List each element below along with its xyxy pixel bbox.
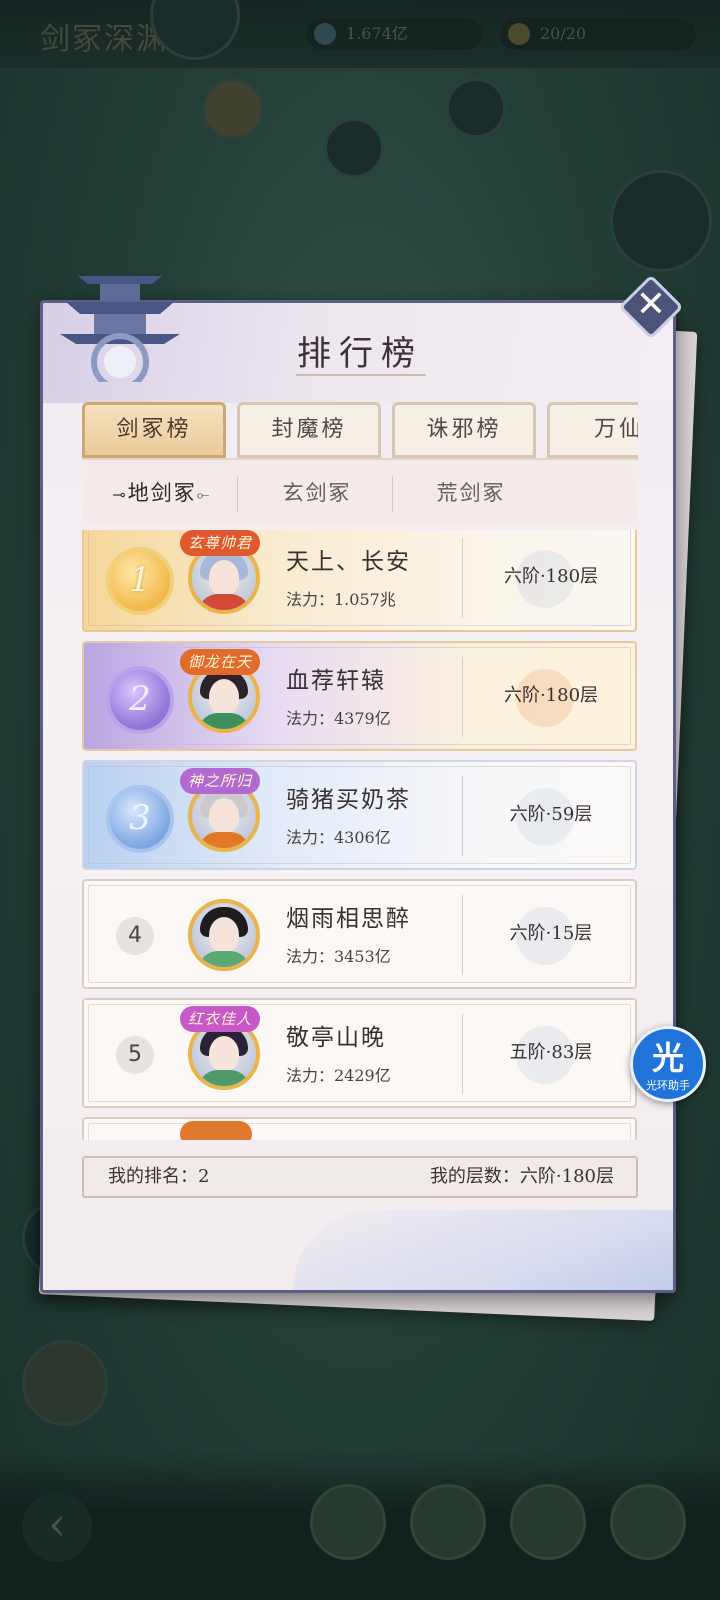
player-power: 法力：4306亿 (286, 828, 391, 847)
my-floor: 我的层数：六阶·180层 (429, 1166, 614, 1187)
player-floor: 六阶·59层 (509, 804, 593, 825)
tab-demon-seal[interactable]: 封魔榜 (237, 402, 381, 458)
player-power: 法力：4379亿 (286, 709, 391, 728)
list-item[interactable]: 1 玄尊帅君 天上、长安 法力：1.057兆 六阶·180层 (82, 530, 637, 632)
halo-helper-label: 光环助手 (646, 1079, 690, 1092)
my-rank-bar: 我的排名：2 我的层数：六阶·180层 (82, 1156, 638, 1198)
player-name: 敬亭山晚 (286, 1025, 386, 1051)
player-name: 天上、长安 (286, 549, 411, 575)
rank-number: 4 (116, 917, 154, 955)
title-badge: 红衣佳人 (180, 1006, 261, 1032)
rank-number: 5 (116, 1036, 154, 1074)
sub-tabs: ⊸地剑冢⟜ 玄剑冢 荒剑冢 (82, 458, 638, 526)
player-floor: 五阶·83层 (509, 1042, 593, 1063)
divider (392, 476, 393, 512)
ranking-list[interactable]: 1 玄尊帅君 天上、长安 法力：1.057兆 六阶·180层 2 御龙在天 血荐… (82, 530, 638, 1140)
subtab-wild[interactable]: 荒剑冢 (396, 460, 546, 526)
list-item[interactable]: 4 烟雨相思醉 法力：3453亿 六阶·15层 (82, 879, 637, 989)
halo-helper-icon: 光 (651, 1039, 684, 1077)
player-power: 法力：1.057兆 (286, 590, 396, 609)
title-badge (180, 1121, 252, 1140)
title-underline (296, 374, 426, 376)
player-power: 法力：2429亿 (286, 1066, 391, 1085)
list-item[interactable]: 2 御龙在天 血荐轩辕 法力：4379亿 六阶·180层 (82, 641, 637, 751)
player-floor: 六阶·15层 (509, 923, 593, 944)
my-rank: 我的排名：2 (108, 1166, 210, 1187)
tab-sword-tomb[interactable]: 剑冢榜 (82, 402, 226, 458)
player-floor: 六阶·180层 (503, 685, 599, 706)
panel-footer-decoration (293, 1210, 673, 1290)
list-item[interactable]: 5 红衣佳人 敬亭山晚 法力：2429亿 五阶·83层 (82, 998, 637, 1108)
rank-medal: 1 (106, 547, 174, 615)
tab-immortals[interactable]: 万仙 (547, 402, 638, 458)
title-badge: 玄尊帅君 (180, 530, 261, 556)
list-item[interactable] (82, 1117, 637, 1140)
subtab-earth[interactable]: ⊸地剑冢⟜ (96, 460, 228, 526)
ornament-right-icon: ⟜ (196, 485, 212, 504)
player-name: 骑猪买奶茶 (286, 787, 411, 813)
leaderboard-tabs: 剑冢榜 封魔榜 诛邪榜 万仙 (82, 402, 638, 458)
subtab-mystic[interactable]: 玄剑冢 (242, 460, 392, 526)
title-badge: 神之所归 (180, 768, 261, 794)
player-power: 法力：3453亿 (286, 947, 391, 966)
divider (237, 476, 238, 512)
title-badge: 御龙在天 (180, 649, 261, 675)
close-icon[interactable]: ✕ (628, 282, 674, 328)
rank-medal: 3 (106, 785, 174, 853)
list-item[interactable]: 3 神之所归 骑猪买奶茶 法力：4306亿 六阶·59层 (82, 760, 637, 870)
tab-evil-slay[interactable]: 诛邪榜 (392, 402, 536, 458)
player-name: 血荐轩辕 (286, 668, 386, 694)
rank-medal: 2 (106, 666, 174, 734)
avatar (188, 899, 260, 971)
panel-title: 排行榜 (297, 334, 423, 374)
halo-helper-button[interactable]: 光 光环助手 (630, 1026, 706, 1102)
ornament-left-icon: ⊸ (112, 485, 128, 504)
player-name: 烟雨相思醉 (286, 906, 411, 932)
player-floor: 六阶·180层 (503, 566, 599, 587)
